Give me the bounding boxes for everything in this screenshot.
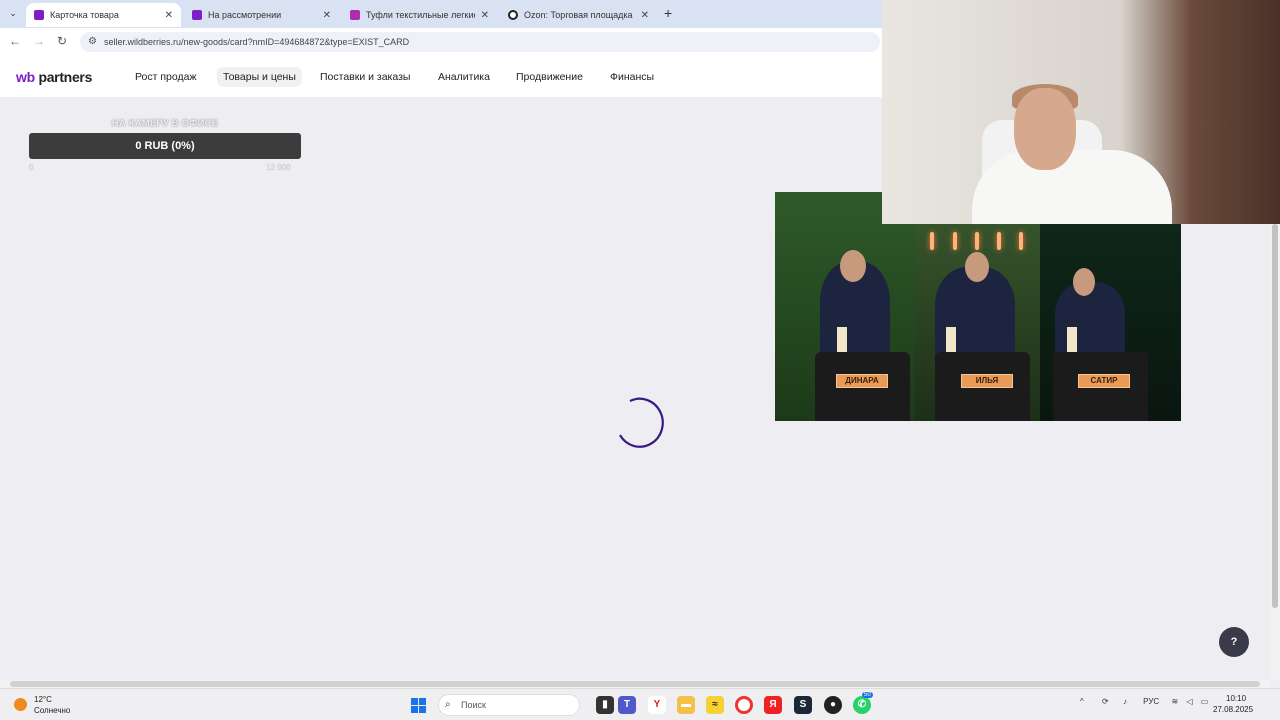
wb-partners-logo[interactable]: wb partners	[16, 69, 92, 85]
close-tab-icon[interactable]: ✕	[641, 10, 649, 21]
nav-products-prices[interactable]: Товары и цены	[217, 67, 302, 87]
windows-taskbar: 12°C Солнечно ⌕ Поиск ▮ T Y ▬ ≈ Я S ● ✆ …	[0, 688, 1280, 720]
horizontal-scrollbar[interactable]	[0, 680, 1270, 688]
taskbar-search[interactable]: ⌕ Поиск	[438, 694, 580, 716]
sync-icon[interactable]: ⟳	[1102, 697, 1109, 706]
obs-icon[interactable]: ●	[824, 696, 842, 714]
wildberries-favicon-icon	[350, 10, 360, 20]
yandex-browser-icon[interactable]: Y	[648, 696, 666, 714]
tab-title: На рассмотрении	[208, 10, 282, 20]
nav-sales-growth[interactable]: Рост продаж	[135, 71, 196, 83]
tab-search-chevron-icon[interactable]: ⌄	[6, 6, 20, 20]
tab-ozon[interactable]: Ozon: Торговая площадка ✕	[500, 3, 657, 27]
donation-goal-title: НА КАМЕРУ В ОФИСЕ	[111, 118, 219, 129]
weather-temperature[interactable]: 12°C	[34, 695, 52, 704]
forward-arrow-icon[interactable]: →	[33, 34, 45, 48]
system-tray[interactable]: ^ ⟳ ♪ РУС ≋ ◁ ▭	[1080, 697, 1208, 706]
back-arrow-icon[interactable]: ←	[9, 34, 21, 48]
teams-icon[interactable]: T	[618, 696, 636, 714]
donation-min: 0	[29, 163, 34, 172]
address-bar[interactable]: ⚙ seller.wildberries.ru/new-goods/card?n…	[80, 32, 880, 52]
volume-icon[interactable]: ◁	[1186, 697, 1192, 706]
tab-product-card[interactable]: Карточка товара ✕	[26, 3, 181, 27]
vertical-scrollbar[interactable]	[1270, 224, 1280, 680]
windows-start-icon[interactable]	[411, 698, 426, 713]
tab-title: Ozon: Торговая площадка	[524, 10, 633, 20]
nav-analytics[interactable]: Аналитика	[438, 71, 490, 83]
file-explorer-icon[interactable]: ▬	[677, 696, 695, 714]
language-indicator[interactable]: РУС	[1143, 697, 1159, 706]
logo-partners-text: partners	[38, 69, 93, 85]
task-view-icon[interactable]: ▮	[596, 696, 614, 714]
search-placeholder: Поиск	[461, 700, 486, 710]
close-tab-icon[interactable]: ✕	[481, 10, 489, 21]
whatsapp-icon[interactable]: ✆	[853, 696, 871, 714]
webcam-overlay	[882, 0, 1280, 224]
weather-description[interactable]: Солнечно	[34, 706, 70, 715]
search-icon: ⌕	[445, 699, 451, 710]
close-tab-icon[interactable]: ✕	[165, 10, 173, 21]
chrome-icon[interactable]	[735, 696, 753, 714]
site-header: wb partners Рост продаж Товары и цены По…	[0, 56, 882, 98]
stream-video-overlay: ДИНАРА ИЛЬЯ САТИР	[775, 192, 1181, 421]
tab-under-review[interactable]: На рассмотрении ✕	[184, 3, 339, 27]
clock-date[interactable]: 27.08.2025	[1213, 705, 1253, 714]
yandex-icon[interactable]: Я	[764, 696, 782, 714]
help-button[interactable]: ?	[1219, 627, 1249, 657]
nav-finance[interactable]: Финансы	[610, 71, 654, 83]
site-settings-icon[interactable]: ⚙	[88, 32, 97, 52]
url-text: seller.wildberries.ru/new-goods/card?nmI…	[104, 37, 410, 47]
logo-wb-text: wb	[16, 69, 35, 85]
tab-title: Карточка товара	[50, 10, 119, 20]
donation-amount: 0 RUB (0%)	[135, 140, 195, 152]
wildberries-favicon-icon	[34, 10, 44, 20]
new-tab-plus-icon[interactable]: +	[664, 5, 672, 21]
donation-progress-bar: 0 RUB (0%)	[29, 133, 301, 159]
chevron-up-icon[interactable]: ^	[1080, 697, 1084, 706]
nav-supplies-orders[interactable]: Поставки и заказы	[320, 71, 410, 83]
close-tab-icon[interactable]: ✕	[323, 10, 331, 21]
app-icon[interactable]: ≈	[706, 696, 724, 714]
steam-icon[interactable]: S	[794, 696, 812, 714]
donation-max: 12 000	[266, 163, 291, 172]
name-plate: САТИР	[1078, 374, 1130, 388]
name-plate: ИЛЬЯ	[961, 374, 1013, 388]
sun-weather-icon[interactable]	[14, 698, 27, 711]
tab-title: Туфли текстильные легкие в ...	[366, 10, 475, 20]
notification-badge: 50	[862, 692, 873, 698]
wifi-icon[interactable]: ≋	[1171, 697, 1178, 706]
ozon-favicon-icon	[508, 10, 518, 20]
tab-shoes[interactable]: Туфли текстильные легкие в ... ✕	[342, 3, 497, 27]
reload-icon[interactable]: ↻	[57, 34, 67, 48]
nav-promotion[interactable]: Продвижение	[516, 71, 583, 83]
microphone-icon[interactable]: ♪	[1123, 697, 1127, 706]
wildberries-favicon-icon	[192, 10, 202, 20]
clock-time[interactable]: 10:10	[1226, 694, 1246, 703]
battery-icon[interactable]: ▭	[1201, 697, 1209, 706]
name-plate: ДИНАРА	[836, 374, 888, 388]
loading-spinner-icon	[619, 397, 664, 448]
